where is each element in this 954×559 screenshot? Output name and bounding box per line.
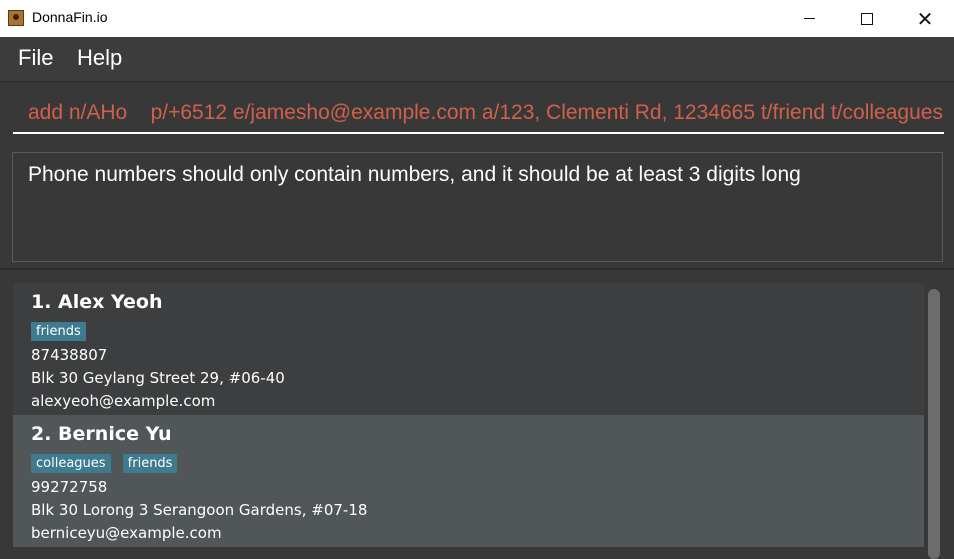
list-scrollbar[interactable] <box>928 289 940 559</box>
person-name: 2. Bernice Yu <box>31 423 172 445</box>
menu-bar: File Help <box>0 37 954 81</box>
person-email: alexyeoh@example.com <box>31 392 216 410</box>
result-display: Phone numbers should only contain number… <box>12 152 943 262</box>
minimize-icon <box>803 18 815 19</box>
app-icon <box>8 10 24 26</box>
minimize-button[interactable] <box>780 0 838 37</box>
close-button[interactable]: ✕ <box>896 0 954 37</box>
window-titlebar: DonnaFin.io ✕ <box>0 0 954 37</box>
tag-list: colleagues friends <box>31 452 906 476</box>
tag-label: colleagues <box>31 454 111 473</box>
person-address: Blk 30 Geylang Street 29, #06-40 <box>31 369 285 387</box>
tag-list: friends <box>31 320 906 344</box>
person-email: berniceyu@example.com <box>31 524 222 542</box>
person-phone: 87438807 <box>31 346 108 364</box>
tag-label: friends <box>122 454 178 473</box>
person-phone: 99272758 <box>31 478 108 496</box>
person-card[interactable]: 1. Alex Yeoh friends 87438807 Blk 30 Gey… <box>13 283 924 415</box>
command-input[interactable] <box>13 94 944 134</box>
person-list: 1. Alex Yeoh friends 87438807 Blk 30 Gey… <box>0 270 954 559</box>
person-address: Blk 30 Lorong 3 Serangoon Gardens, #07-1… <box>31 501 368 519</box>
person-card-selected[interactable]: 2. Bernice Yu colleagues friends 9927275… <box>13 415 924 547</box>
close-icon: ✕ <box>916 6 934 31</box>
maximize-icon <box>861 12 873 25</box>
tag-label: friends <box>31 322 86 341</box>
command-box <box>0 81 954 144</box>
menu-file[interactable]: File <box>18 45 53 71</box>
maximize-button[interactable] <box>838 0 896 37</box>
person-name: 1. Alex Yeoh <box>31 291 163 313</box>
window-title: DonnaFin.io <box>32 9 108 25</box>
menu-help[interactable]: Help <box>77 45 122 71</box>
